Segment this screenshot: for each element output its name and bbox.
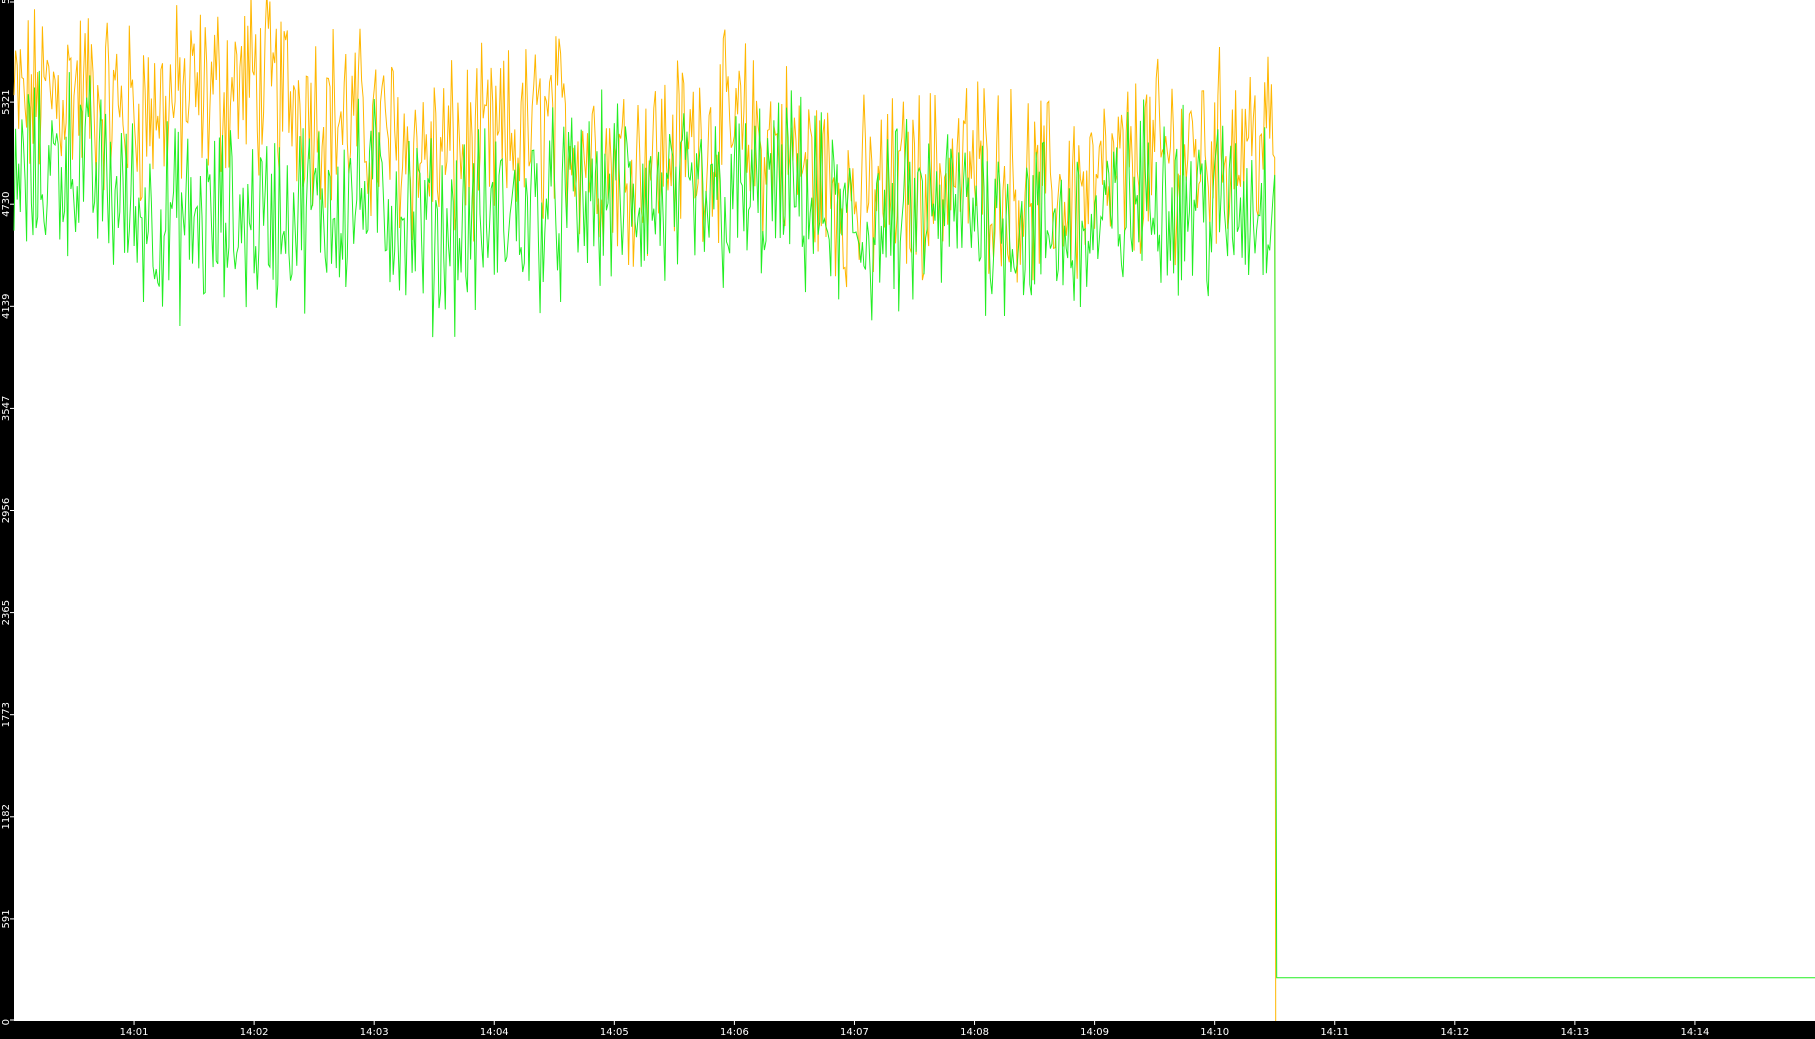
y-tick-label: 1773	[1, 702, 12, 727]
x-tick-label: 14:03	[360, 1027, 389, 1038]
y-tick-label: 2956	[1, 498, 12, 523]
y-tick-label: 4139	[1, 294, 12, 319]
y-tick-label: 591	[1, 909, 12, 928]
x-tick-label: 14:02	[240, 1027, 269, 1038]
x-tick-label: 14:14	[1681, 1027, 1710, 1038]
y-tick-label: 0	[1, 1019, 12, 1025]
y-tick-label: 3547	[1, 396, 12, 421]
y-tick-label: 5321	[1, 89, 12, 114]
y-tick-label: 2365	[1, 600, 12, 625]
line-chart: 0 591 1182 1773 2365 2956 3547 4139 4730 5321 5913…	[0, 0, 1815, 1039]
x-tick-label: 14:12	[1440, 1027, 1469, 1038]
x-tick-label: 14:04	[480, 1027, 509, 1038]
x-tick-label: 14:07	[840, 1027, 869, 1038]
x-tick-label: 14:05	[600, 1027, 629, 1038]
x-tick-label: 14:06	[720, 1027, 749, 1038]
x-tick-label: 14:01	[120, 1027, 149, 1038]
x-tick-label: 14:10	[1200, 1027, 1229, 1038]
x-tick-label: 14:08	[960, 1027, 989, 1038]
x-tick-label: 14:11	[1320, 1027, 1349, 1038]
x-tick-label: 14:13	[1560, 1027, 1589, 1038]
x-axis-bar	[0, 1021, 1815, 1039]
y-tick-label: 4730	[1, 191, 12, 216]
y-tick-label: 1182	[1, 804, 12, 829]
x-tick-label: 14:09	[1080, 1027, 1109, 1038]
y-tick-label: 5913	[1, 0, 12, 4]
